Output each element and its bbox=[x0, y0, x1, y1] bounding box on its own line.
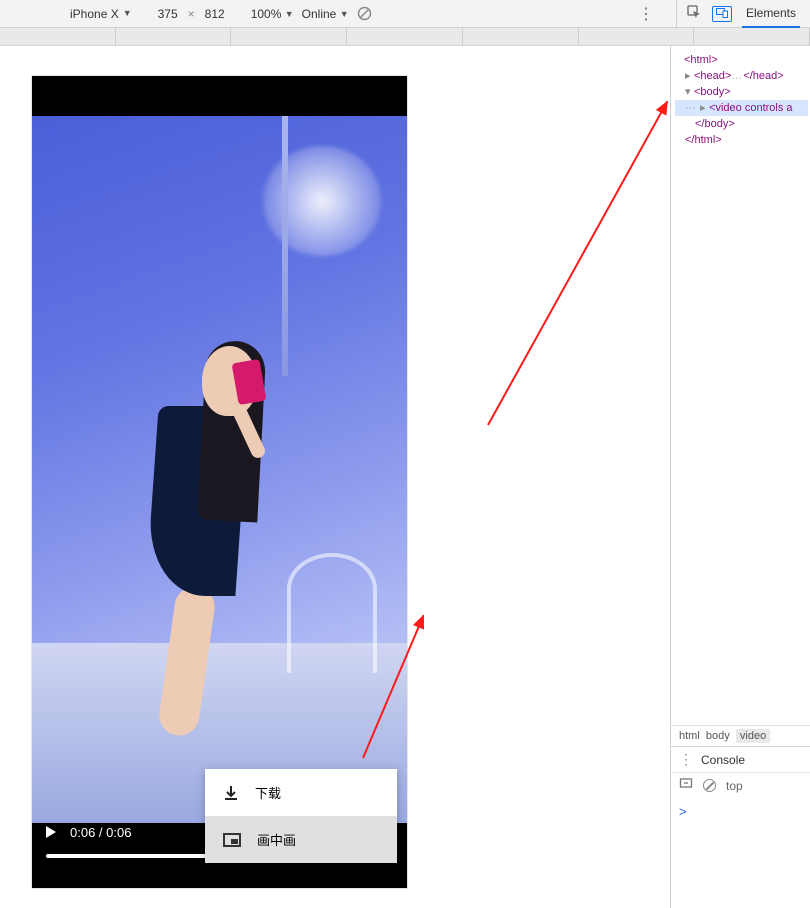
device-frame: 0:06 / 0:06 bbox=[32, 76, 407, 888]
console-header: ⋮ Console bbox=[671, 746, 810, 772]
video-element[interactable] bbox=[32, 116, 407, 823]
more-icon[interactable]: ⋮ bbox=[679, 751, 693, 768]
menu-item-label: 下载 bbox=[255, 783, 281, 802]
no-throttling-icon[interactable] bbox=[357, 6, 372, 21]
console-context[interactable]: top bbox=[726, 779, 743, 793]
device-select[interactable]: iPhone X ▼ bbox=[10, 7, 132, 21]
main-split: 0:06 / 0:06 下载 画中画 < bbox=[0, 46, 810, 908]
viewport-width[interactable]: 375 bbox=[158, 7, 178, 21]
console-toolbar: top bbox=[671, 772, 810, 798]
device-name: iPhone X bbox=[70, 7, 119, 21]
device-toolbar: iPhone X ▼ 375 × 812 100% ▼ Online ▼ ⋮ E… bbox=[0, 0, 810, 28]
play-button[interactable] bbox=[46, 826, 56, 838]
elements-tab[interactable]: Elements bbox=[742, 0, 800, 28]
throttle-select[interactable]: Online ▼ bbox=[302, 7, 349, 21]
chevron-down-icon: ▼ bbox=[285, 9, 294, 19]
devtools-tabs: Elements bbox=[676, 0, 800, 28]
dom-breadcrumb[interactable]: html body video bbox=[671, 725, 810, 746]
viewport-height[interactable]: 812 bbox=[205, 7, 225, 21]
chevron-down-icon: ▼ bbox=[123, 8, 132, 18]
viewport: 0:06 / 0:06 下载 画中画 bbox=[0, 46, 670, 908]
dom-tree[interactable]: <html> ▸<head>…</head> ▾<body> ⋯ ▸<video… bbox=[671, 46, 810, 725]
console-tab[interactable]: Console bbox=[701, 753, 745, 767]
more-options-button[interactable]: ⋮ bbox=[632, 4, 660, 24]
clear-console-icon[interactable] bbox=[703, 779, 716, 792]
device-mode-icon[interactable] bbox=[712, 6, 732, 22]
dom-node[interactable]: ▾<body> bbox=[675, 84, 808, 100]
dom-node-selected[interactable]: ⋯ ▸<video controls a bbox=[675, 100, 808, 116]
video-time: 0:06 / 0:06 bbox=[70, 825, 131, 840]
dom-node[interactable]: ▸<head>…</head> bbox=[675, 68, 808, 84]
devtools-panel: <html> ▸<head>…</head> ▾<body> ⋯ ▸<video… bbox=[670, 46, 810, 908]
dom-node[interactable]: </body> bbox=[675, 116, 808, 132]
menu-item-label: 画中画 bbox=[257, 830, 296, 849]
dom-node[interactable]: </html> bbox=[675, 132, 808, 148]
console-input[interactable]: > bbox=[671, 798, 810, 908]
dimension-separator: × bbox=[186, 7, 197, 21]
chevron-down-icon: ▼ bbox=[340, 9, 349, 19]
pip-icon bbox=[223, 833, 241, 847]
menu-item-pip[interactable]: 画中画 bbox=[205, 816, 397, 863]
zoom-select[interactable]: 100% ▼ bbox=[251, 7, 294, 21]
menu-item-download[interactable]: 下载 bbox=[205, 769, 397, 816]
annotation-arrow bbox=[487, 101, 668, 426]
ruler bbox=[0, 28, 810, 46]
download-icon bbox=[223, 785, 239, 801]
dom-node[interactable]: <html> bbox=[675, 52, 808, 68]
inspect-element-icon[interactable] bbox=[687, 5, 702, 23]
video-context-menu: 下载 画中画 bbox=[205, 769, 397, 863]
eye-icon[interactable] bbox=[679, 777, 693, 794]
